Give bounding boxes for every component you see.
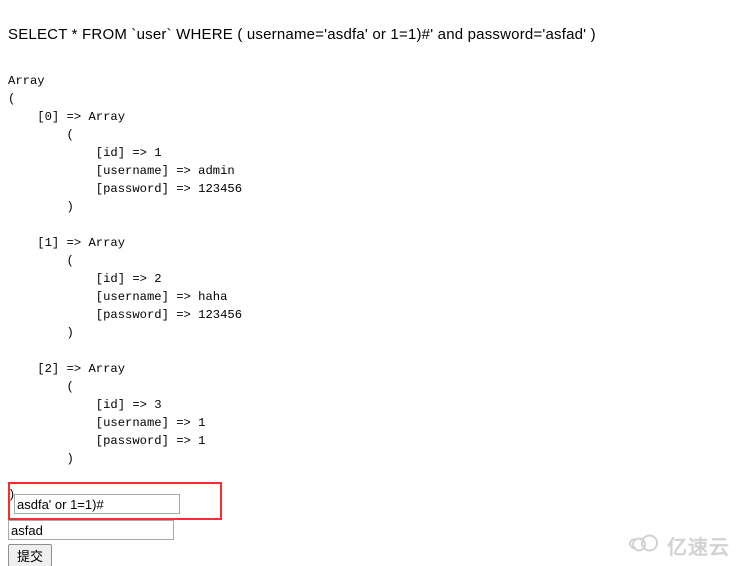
login-form: 提交 bbox=[8, 482, 222, 566]
sql-query-statement: SELECT * FROM `user` WHERE ( username='a… bbox=[8, 26, 596, 43]
watermark: 亿速云 bbox=[627, 531, 730, 560]
username-input[interactable] bbox=[14, 494, 180, 514]
watermark-text: 亿速云 bbox=[667, 531, 730, 560]
submit-button[interactable]: 提交 bbox=[8, 544, 52, 566]
password-input[interactable] bbox=[8, 520, 174, 540]
cloud-icon bbox=[627, 532, 663, 560]
php-array-dump: Array ( [0] => Array ( [id] => 1 [userna… bbox=[8, 72, 242, 504]
highlight-rectangle bbox=[8, 482, 222, 520]
